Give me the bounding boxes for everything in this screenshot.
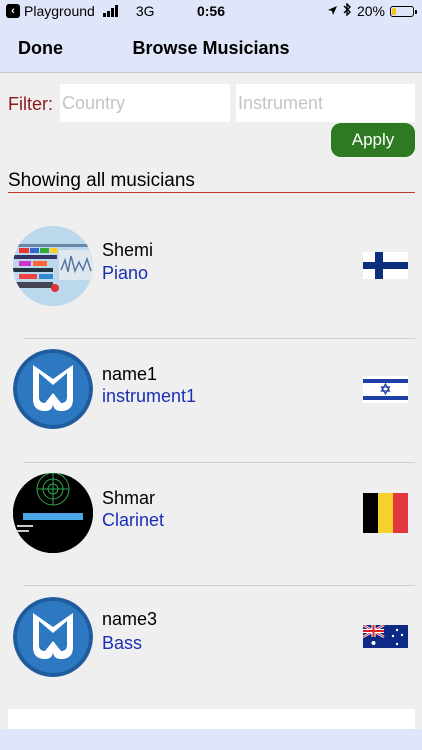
country-input[interactable] (60, 84, 230, 122)
musician-name: Shemi (102, 240, 154, 260)
australia-flag-icon (362, 623, 408, 653)
heading-underline (8, 192, 415, 193)
israel-flag-icon (363, 376, 408, 408)
musician-instrument: Piano (102, 263, 149, 283)
apply-button[interactable]: Apply (331, 123, 415, 157)
musician-name: name3 (102, 609, 158, 629)
musician-row[interactable]: Shemi Piano (8, 215, 415, 338)
music-app-logo-icon (13, 597, 93, 677)
musician-instrument: instrument1 (102, 386, 197, 406)
battery-icon (390, 5, 417, 17)
battery-percent: 20% (356, 3, 385, 19)
status-right: 20% (327, 2, 417, 19)
musician-row[interactable]: name1 instrument1 (8, 339, 415, 462)
bluetooth-icon (343, 2, 352, 19)
page-title: Browse Musicians (132, 38, 290, 58)
battery-fill (392, 7, 396, 15)
filter-label: Filter: (8, 94, 53, 114)
screenshot-thumbnail-icon (13, 226, 93, 306)
navigation-bar: Done Browse Musicians (0, 24, 422, 73)
musician-row[interactable]: Shmar Clarinet (8, 463, 415, 586)
radar-screen-thumbnail-icon (13, 473, 93, 553)
music-app-logo-icon (13, 349, 93, 429)
musician-name: name1 (102, 364, 158, 384)
status-bar: ‹ Playground 3G 0:56 20% (0, 0, 422, 24)
musician-instrument: Bass (102, 633, 143, 653)
list-bottom-cell (8, 709, 415, 729)
belgium-flag-icon (363, 493, 408, 538)
musician-row[interactable]: name3 Bass (8, 586, 415, 709)
bottom-bar (0, 729, 422, 750)
musician-instrument: Clarinet (102, 510, 165, 530)
musician-name: Shmar (102, 488, 156, 508)
list-heading: Showing all musicians (8, 170, 195, 191)
finland-flag-icon (363, 252, 408, 284)
location-icon (327, 3, 338, 19)
instrument-input[interactable] (236, 84, 415, 122)
